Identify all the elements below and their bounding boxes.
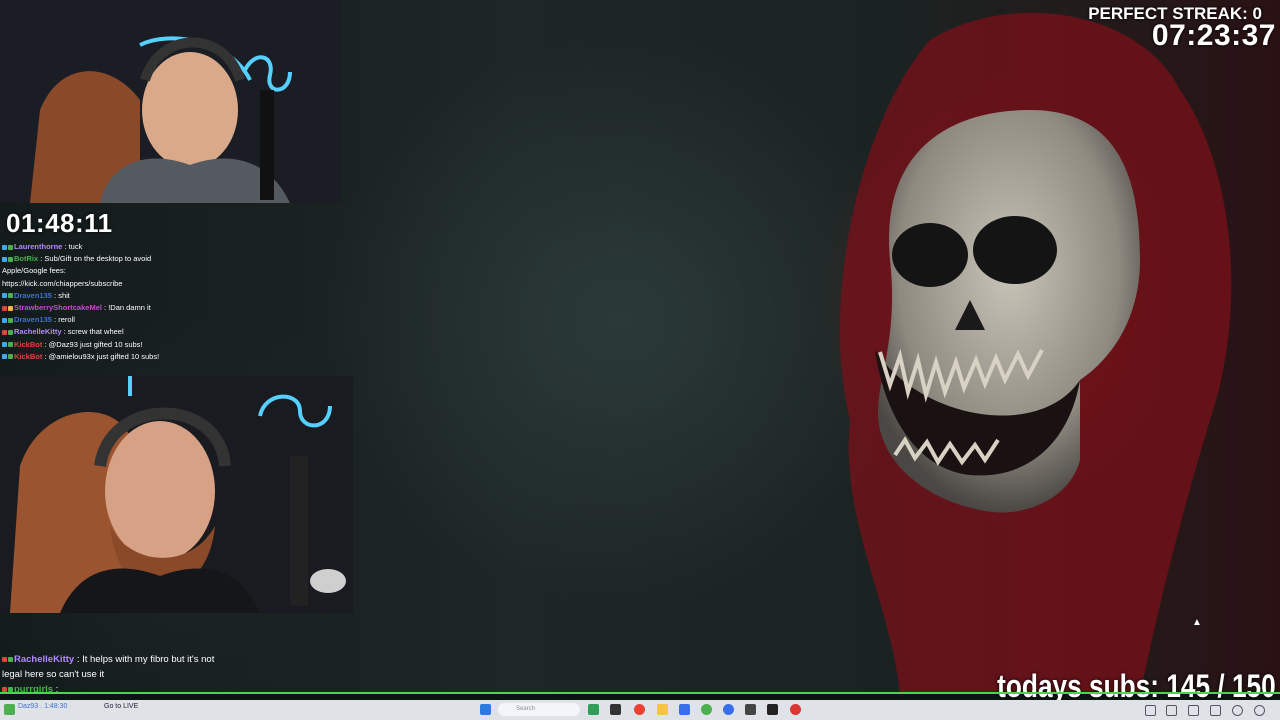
badge-icon — [2, 317, 7, 323]
app-icon[interactable] — [588, 704, 599, 715]
chat-line: KickBot : @amielou93x just gifted 10 sub… — [2, 351, 342, 363]
badge-icon — [2, 342, 7, 348]
chat-message: : shit — [51, 290, 70, 300]
chat-username: StrawberryShortcakeMel — [14, 303, 102, 313]
chat-line: BotRix : Sub/Gift on the desktop to avoi… — [2, 253, 342, 265]
app-icon[interactable] — [745, 704, 756, 715]
chat-line: RachelleKitty : screw that wheel — [2, 326, 342, 338]
chat-panel-top: Laurenthorne : tuck BotRix : Sub/Gift on… — [2, 241, 342, 363]
subs-value: 145 / 150 — [1166, 668, 1276, 704]
chat-username: Draven135 — [14, 290, 52, 300]
kick-icon[interactable] — [4, 704, 15, 715]
badge-icon — [8, 293, 13, 299]
chat-message: : tuck — [62, 242, 83, 251]
chat-line: https://kick.com/chiappers/subscribe — [2, 278, 342, 290]
windows-start-icon[interactable] — [480, 704, 491, 715]
badge-icon — [2, 244, 7, 250]
streamer-webcam-image — [0, 376, 353, 613]
chat-line: Draven135 : reroll — [2, 314, 342, 326]
taskbar: Daz93 . 1:48:30 Go to LIVE Search — [0, 700, 1280, 720]
chat-username: Laurenthorne — [14, 242, 63, 251]
app-icon[interactable] — [679, 704, 690, 715]
badge-icon — [2, 305, 7, 311]
app-icon[interactable] — [701, 704, 712, 715]
folder-icon[interactable] — [657, 704, 668, 715]
tray-icon[interactable] — [1232, 705, 1243, 716]
badge-icon — [8, 244, 13, 250]
badge-icon — [8, 317, 13, 323]
task-view-icon[interactable] — [610, 704, 621, 715]
chrome-icon[interactable] — [634, 704, 645, 715]
badge-icon — [2, 329, 7, 335]
chat-panel-bottom: RachelleKitty : It helps with my fibro b… — [2, 652, 302, 697]
app-icon[interactable] — [767, 704, 778, 715]
badge-icon — [2, 293, 7, 299]
chat-message: : Sub/Gift on the desktop to avoid — [38, 254, 152, 264]
mouse-cursor-icon: ▲ — [1192, 617, 1202, 628]
taskbar-search[interactable]: Search — [498, 703, 580, 716]
badge-icon — [8, 329, 13, 335]
chat-line: Apple/Google fees: — [2, 265, 342, 277]
chat-username: BotRix — [14, 254, 39, 264]
skull-artwork — [839, 12, 1232, 694]
chat-message: : !Dan damn it — [101, 303, 151, 313]
go-live-link[interactable]: Go to LIVE — [104, 703, 138, 710]
chat-username: KickBot — [14, 339, 43, 349]
tray-icon[interactable] — [1166, 705, 1177, 716]
chat-message: https://kick.com/chiappers/subscribe — [2, 278, 123, 288]
chat-message: : It helps with my fibro but it's not — [74, 654, 215, 665]
session-timer: 01:48:11 — [6, 208, 113, 238]
taskbar-time: Daz93 . 1:48:30 — [18, 703, 68, 710]
app-icon[interactable] — [723, 704, 734, 715]
badge-icon — [2, 354, 7, 360]
chat-message: : reroll — [51, 315, 75, 325]
badge-icon — [8, 256, 13, 262]
app-icon[interactable] — [790, 704, 801, 715]
chat-message: legal here so can't use it — [2, 669, 105, 680]
stream-clock: 07:23:37 — [1151, 19, 1276, 52]
chat-username: KickBot — [14, 351, 43, 361]
webcam-top — [0, 0, 341, 203]
badge-icon — [8, 342, 13, 348]
badge-icon — [8, 354, 13, 360]
chat-line: legal here so can't use it — [2, 667, 302, 682]
chat-line: purrgirls : — [2, 682, 302, 697]
chat-message: : screw that wheel — [61, 327, 124, 337]
tray-icon[interactable] — [1188, 705, 1199, 716]
webcam-bottom — [0, 376, 353, 613]
chat-message: Apple/Google fees: — [2, 266, 66, 276]
chat-line: KickBot : @Daz93 just gifted 10 subs! — [2, 339, 342, 351]
subs-label: todays subs: — [997, 668, 1160, 704]
chat-line: Laurenthorne : tuck — [2, 241, 342, 253]
chat-username: RachelleKitty — [14, 654, 75, 665]
chat-line: Draven135 : shit — [2, 290, 342, 302]
badge-icon — [2, 656, 7, 662]
settings-icon[interactable] — [1254, 705, 1265, 716]
chat-line: StrawberryShortcakeMel : !Dan damn it — [2, 302, 342, 314]
tray-icon[interactable] — [1145, 705, 1156, 716]
chat-line: RachelleKitty : It helps with my fibro b… — [2, 652, 302, 667]
chat-username: Draven135 — [14, 315, 52, 325]
progress-line — [0, 692, 1280, 694]
chat-username: RachelleKitty — [14, 327, 62, 337]
badge-icon — [8, 305, 13, 311]
badge-icon — [8, 656, 13, 662]
chat-message: : @Daz93 just gifted 10 subs! — [42, 339, 143, 349]
streamer-webcam-image — [0, 0, 341, 203]
chat-message: : @amielou93x just gifted 10 subs! — [42, 351, 160, 361]
tray-icon[interactable] — [1210, 705, 1221, 716]
badge-icon — [2, 256, 7, 262]
